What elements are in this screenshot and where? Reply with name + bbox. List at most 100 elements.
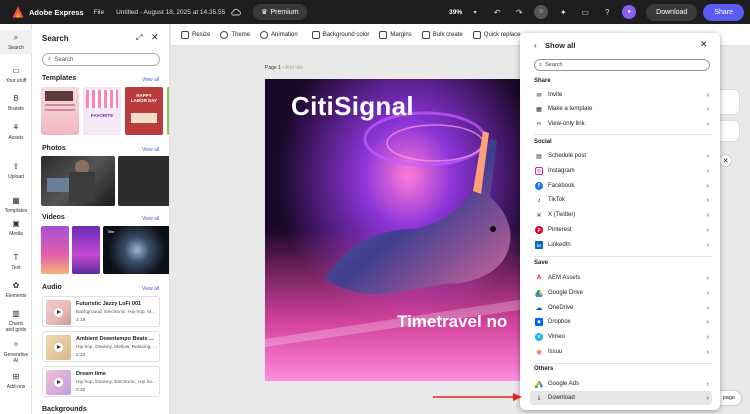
menu-item-facebook[interactable]: f Facebook › bbox=[530, 179, 712, 193]
canvas-subtitle-text[interactable]: Timetravel no bbox=[397, 312, 507, 332]
play-icon[interactable] bbox=[54, 343, 63, 352]
chevron-down-icon[interactable]: ▾ bbox=[468, 5, 482, 19]
template-thumbnail[interactable] bbox=[167, 87, 169, 135]
menu-item-onedrive[interactable]: ☁ OneDrive › bbox=[530, 301, 712, 315]
menu-item-make-template[interactable]: ▦ Make a template › bbox=[530, 102, 712, 116]
quick-replace-tool[interactable]: Quick replace bbox=[472, 30, 520, 39]
rail-label: Brands bbox=[8, 106, 24, 112]
audio-view-all-link[interactable]: View all bbox=[142, 286, 159, 292]
avatar[interactable]: ● bbox=[622, 5, 637, 19]
audio-title: Dream time bbox=[76, 371, 106, 377]
rail-item-generative-ai[interactable]: ✧ Generative AI bbox=[0, 340, 32, 364]
audio-card[interactable]: Ambient Downtempo Beats ... Hip hop, Dre… bbox=[42, 331, 160, 362]
templates-view-all-link[interactable]: View all bbox=[142, 77, 159, 83]
resize-tool[interactable]: Resize bbox=[181, 30, 210, 39]
document-title[interactable]: Untitled - August 18, 2025 at 14.35.55 bbox=[116, 9, 225, 16]
audio-desc: Hip hop, Dreamy, Electronic, Hip ho... bbox=[76, 380, 156, 385]
menu-item-label: View-only link bbox=[548, 121, 585, 127]
file-menu[interactable]: File bbox=[94, 9, 104, 16]
video-thumbnail[interactable] bbox=[41, 226, 69, 274]
menu-item-invite[interactable]: ✉ Invite › bbox=[530, 88, 712, 102]
video-thumbnail[interactable]: Title bbox=[103, 226, 169, 274]
design-canvas[interactable]: CitiSignal Timetravel no bbox=[265, 79, 525, 381]
menu-item-dropbox[interactable]: ◆ Dropbox › bbox=[530, 315, 712, 329]
bulk-create-tool[interactable]: Bulk create bbox=[421, 30, 463, 39]
menu-item-issuu[interactable]: ◉ Issuu › bbox=[530, 345, 712, 359]
page-label[interactable]: Page 1 - Add title bbox=[265, 65, 303, 71]
menu-item-instagram[interactable]: ◎ Instagram › bbox=[530, 164, 712, 178]
menu-item-tiktok[interactable]: ♪ TikTok › bbox=[530, 193, 712, 207]
audio-card[interactable]: Dream time Hip hop, Dreamy, Electronic, … bbox=[42, 366, 160, 397]
video-thumbnail[interactable] bbox=[72, 226, 100, 274]
back-icon[interactable]: ‹ bbox=[534, 41, 537, 50]
rail-item-your-stuff[interactable]: ▭ Your stuff bbox=[0, 66, 32, 84]
menu-item-aem-assets[interactable]: A AEM Assets › bbox=[530, 271, 712, 285]
menu-item-download[interactable]: ⤓ Download › bbox=[530, 391, 712, 405]
tool-label: Background color bbox=[322, 31, 370, 38]
menu-item-google-ads[interactable]: Google Ads › bbox=[530, 377, 712, 391]
zoom-level[interactable]: 39% bbox=[449, 9, 462, 16]
margins-tool[interactable]: Margins bbox=[379, 30, 412, 39]
chevron-right-icon: › bbox=[706, 167, 709, 175]
play-icon[interactable] bbox=[54, 308, 63, 317]
share-menu-title: Show all bbox=[545, 41, 576, 50]
rail-item-search[interactable]: ⌕ Search bbox=[0, 30, 32, 54]
rail-item-text[interactable]: T Text bbox=[0, 253, 32, 271]
premium-button[interactable]: ♛ Premium bbox=[253, 4, 307, 20]
close-icon[interactable]: ✕ bbox=[700, 39, 708, 50]
rail-item-brands[interactable]: B Brands bbox=[0, 94, 32, 112]
redo-icon[interactable]: ↷ bbox=[512, 5, 526, 19]
close-icon[interactable]: ✕ bbox=[719, 154, 732, 167]
share-menu: ‹ Show all ✕ ⌕ Search Share ✉ Invite › ▦… bbox=[520, 33, 720, 410]
menu-item-x-twitter[interactable]: ✕ X (Twitter) › bbox=[530, 208, 712, 222]
lightbulb-icon[interactable]: ✦ bbox=[556, 5, 570, 19]
adobe-express-logo-icon[interactable] bbox=[12, 6, 24, 18]
comment-icon[interactable]: ▭ bbox=[578, 5, 592, 19]
menu-item-view-only-link[interactable]: ∞ View-only link › bbox=[530, 117, 712, 131]
audio-title: Ambient Downtempo Beats ... bbox=[76, 336, 154, 342]
rail-item-add-ons[interactable]: ⊞ Add-ons bbox=[0, 372, 32, 390]
close-icon[interactable]: ✕ bbox=[151, 32, 159, 43]
menu-item-schedule-post[interactable]: ▤ Schedule post › bbox=[530, 149, 712, 163]
expand-icon[interactable]: ⤢ bbox=[136, 33, 142, 43]
animation-tool[interactable]: Animation bbox=[260, 30, 298, 39]
photo-thumbnail[interactable] bbox=[118, 156, 169, 206]
help-icon[interactable]: ? bbox=[600, 5, 614, 19]
menu-item-pinterest[interactable]: p Pinterest › bbox=[530, 223, 712, 237]
theme-icon bbox=[220, 30, 229, 39]
theme-tool[interactable]: Theme bbox=[220, 30, 250, 39]
rail-item-charts-and-grids[interactable]: ▥ Charts and grids bbox=[0, 309, 32, 333]
rail-item-templates[interactable]: ▦ Templates bbox=[0, 196, 32, 214]
download-button[interactable]: Download bbox=[646, 3, 698, 21]
photo-thumbnail[interactable] bbox=[41, 156, 115, 206]
audio-duration: 2:23 bbox=[76, 353, 86, 358]
rail-item-assets[interactable]: ⚘ Assets bbox=[0, 123, 32, 141]
template-thumbnail[interactable]: HAPPY LABOR DAY bbox=[125, 87, 163, 135]
menu-item-vimeo[interactable]: v Vimeo › bbox=[530, 330, 712, 344]
chevron-right-icon: › bbox=[706, 318, 709, 326]
menu-item-linkedin[interactable]: in LinkedIn › bbox=[530, 238, 712, 252]
audio-desc: Hip hop, Dreamy, Mellow, Relaxing, ... bbox=[76, 345, 157, 350]
undo-icon[interactable]: ↶ bbox=[490, 5, 504, 19]
share-search-input[interactable]: ⌕ Search bbox=[534, 59, 710, 71]
panel-search-input[interactable]: ⌕ Search bbox=[42, 53, 160, 66]
rail-item-upload[interactable]: ⇪ Upload bbox=[0, 162, 32, 180]
template-thumbnail[interactable]: FAVORITE bbox=[83, 87, 121, 135]
page-title-placeholder[interactable]: Add title bbox=[285, 65, 303, 71]
photos-view-all-link[interactable]: View all bbox=[142, 147, 159, 153]
menu-item-label: LinkedIn bbox=[548, 242, 571, 248]
template-thumbnail[interactable] bbox=[41, 87, 79, 135]
canvas-title-text[interactable]: CitiSignal bbox=[291, 91, 414, 122]
audio-desc: Background, Electronic, Hip hop, M... bbox=[76, 310, 156, 315]
rail-item-media[interactable]: ▣ Media bbox=[0, 219, 32, 237]
share-button[interactable]: Share bbox=[703, 3, 744, 21]
rail-item-elements[interactable]: ✿ Elements bbox=[0, 281, 32, 299]
menu-item-label: Issuu bbox=[548, 349, 563, 355]
collaborators-icon[interactable]: ☺ bbox=[534, 5, 549, 19]
audio-card[interactable]: Futuristic Jazzy LoFi 001 Background, El… bbox=[42, 296, 160, 327]
menu-item-google-drive[interactable]: Google Drive › bbox=[530, 286, 712, 300]
videos-view-all-link[interactable]: View all bbox=[142, 216, 159, 222]
audio-title: Futuristic Jazzy LoFi 001 bbox=[76, 301, 142, 307]
background-color-tool[interactable]: Background color bbox=[311, 30, 370, 39]
play-icon[interactable] bbox=[54, 378, 63, 387]
